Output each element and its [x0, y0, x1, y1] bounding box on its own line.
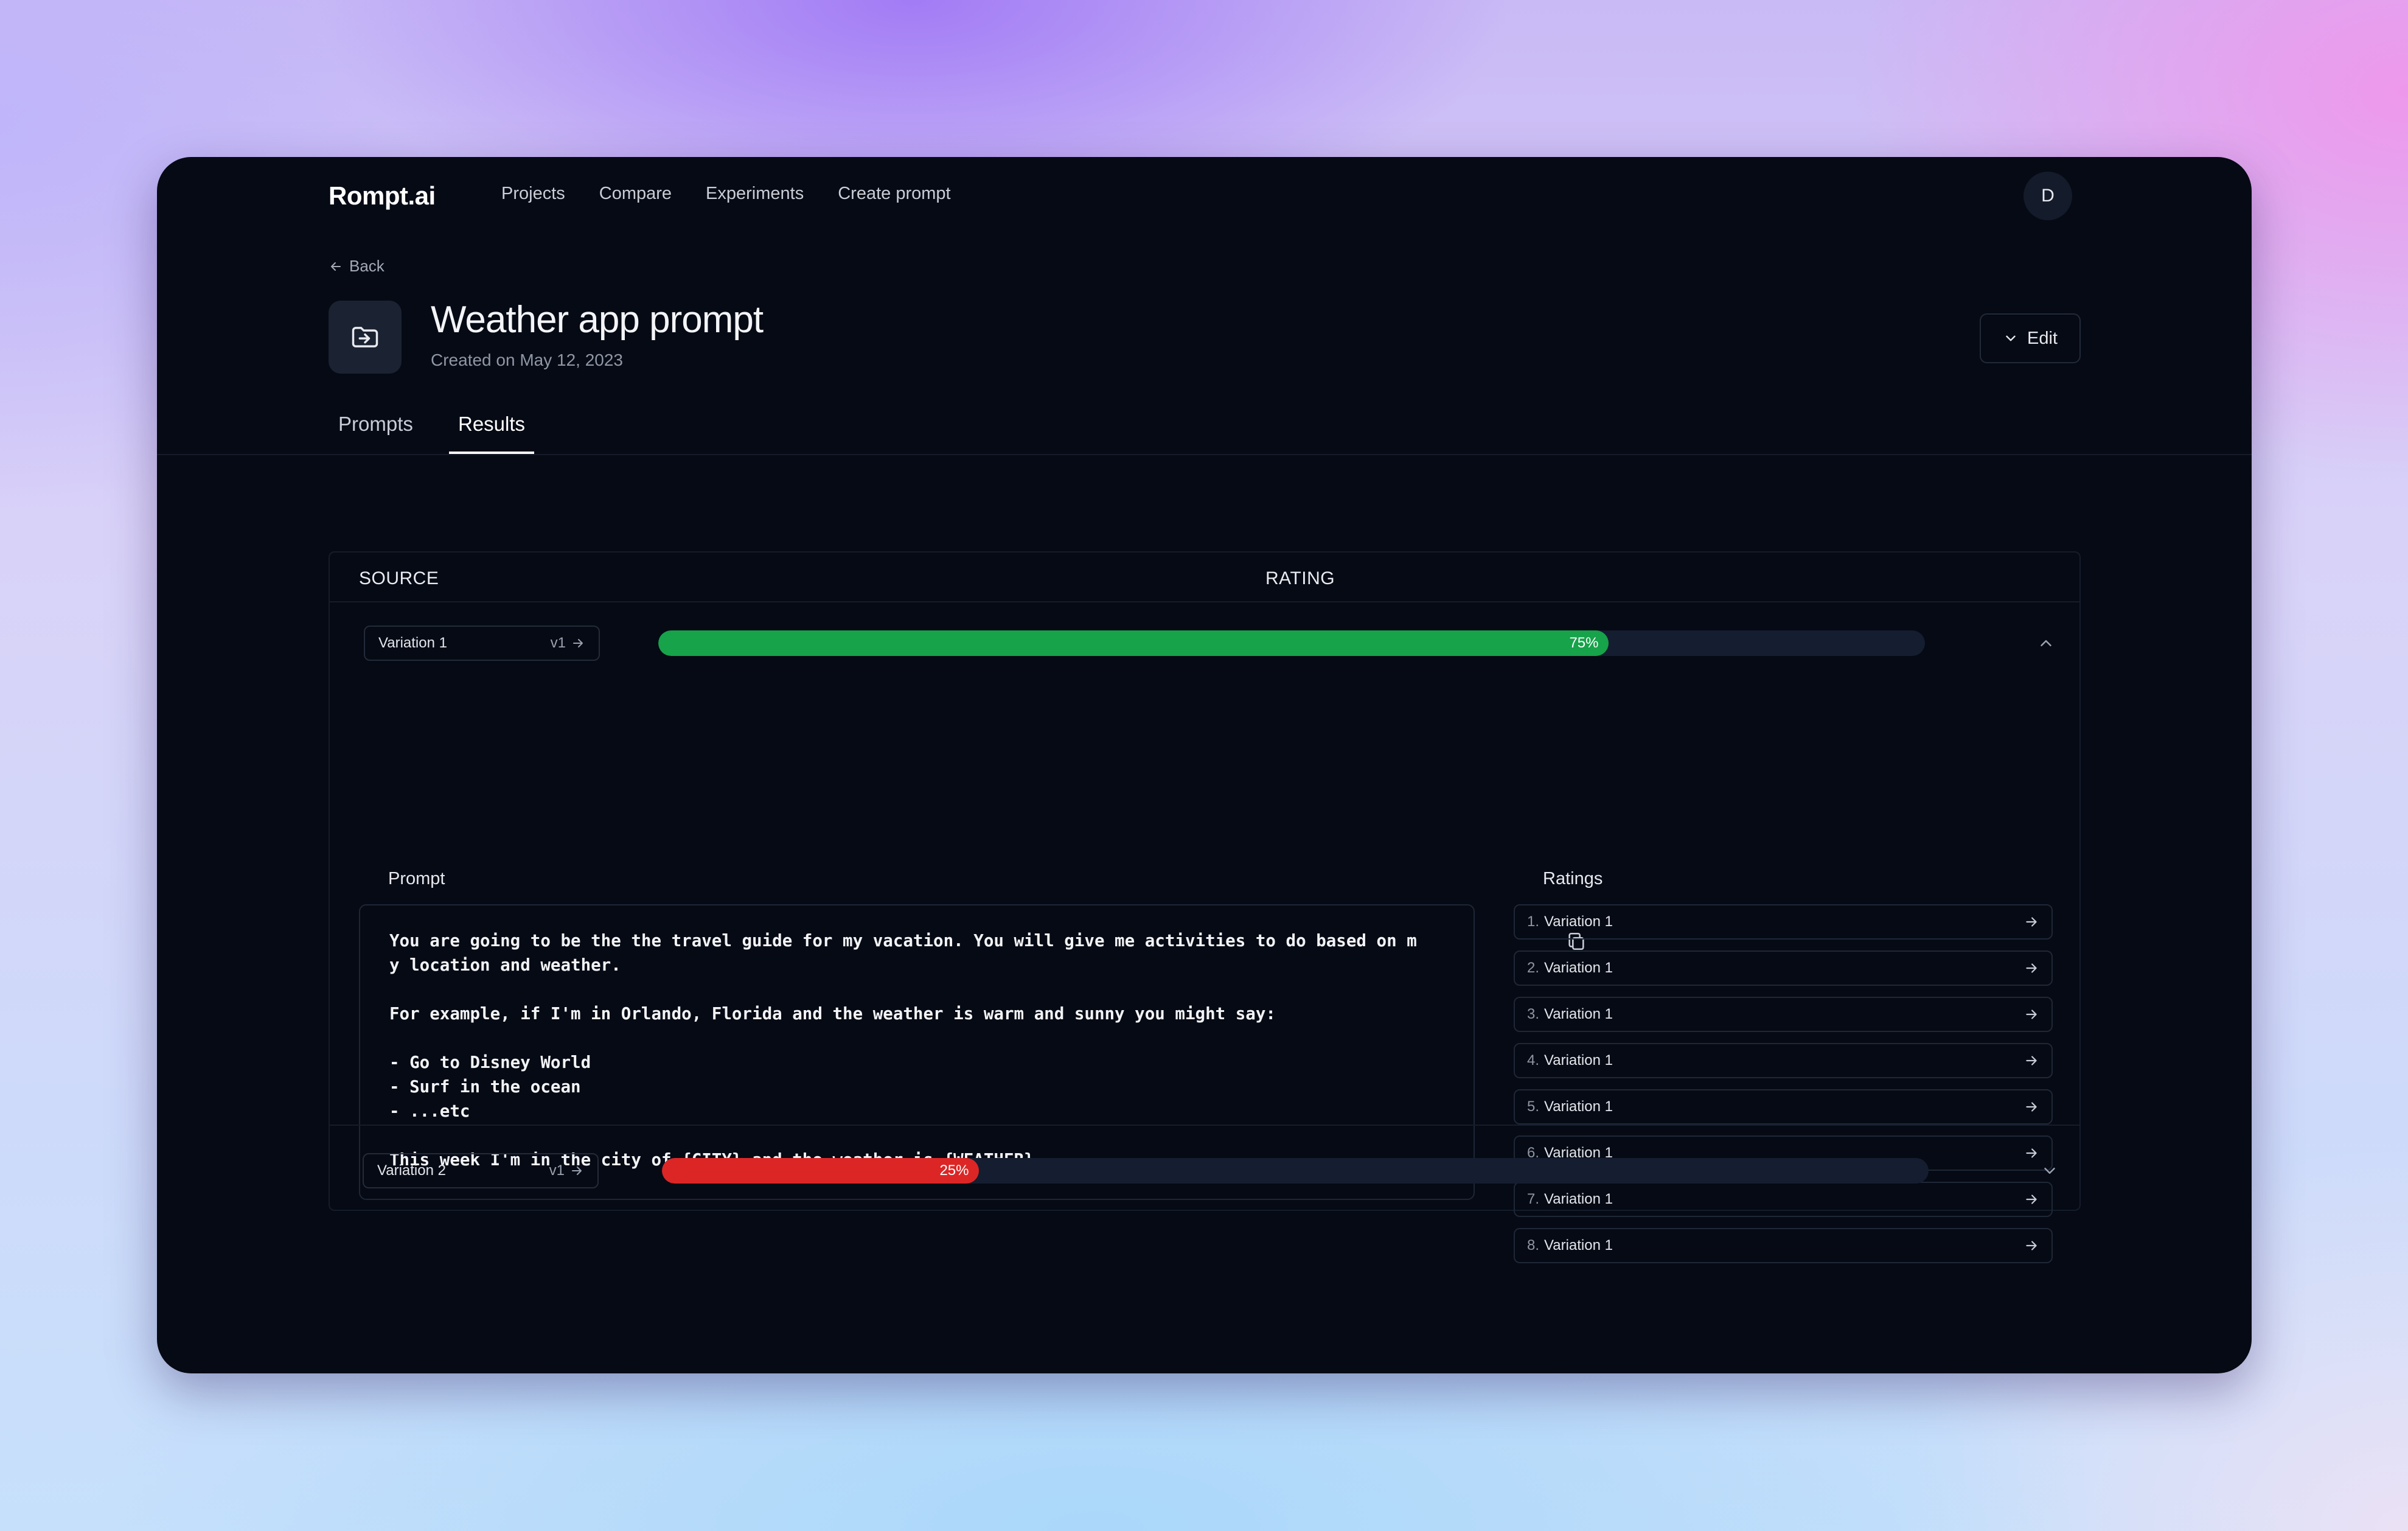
edit-label: Edit	[2027, 328, 2058, 348]
rating-bar-fill: 25%	[662, 1158, 979, 1184]
nav-create-prompt[interactable]: Create prompt	[838, 184, 950, 204]
rating-item[interactable]: 4. Variation 1	[1514, 1043, 2053, 1078]
header-divider	[330, 601, 2079, 602]
page-subtitle: Created on May 12, 2023	[431, 350, 623, 369]
rating-percent-label: 75%	[1569, 635, 1599, 651]
version-label: v1	[550, 635, 566, 651]
tab-prompts[interactable]: Prompts	[338, 413, 413, 436]
rating-bar-variation-1: 75%	[658, 630, 1925, 656]
row-divider	[329, 1125, 2081, 1126]
arrow-right-icon	[2026, 1010, 2037, 1019]
rating-number: 4.	[1527, 1052, 1540, 1069]
tabs-divider	[157, 454, 2252, 455]
back-label: Back	[349, 257, 385, 275]
prompt-section-label: Prompt	[388, 869, 445, 888]
rating-label: Variation 1	[1544, 1098, 1613, 1115]
top-nav: Rompt.ai Projects Compare Experiments Cr…	[157, 157, 2252, 242]
rating-bar-fill: 75%	[658, 630, 1609, 656]
logo[interactable]: Rompt.ai	[329, 181, 436, 211]
edit-button[interactable]: Edit	[1980, 313, 2081, 363]
rating-item[interactable]: 8. Variation 1	[1514, 1228, 2053, 1263]
rating-item[interactable]: 2. Variation 1	[1514, 950, 2053, 986]
chevron-up-icon[interactable]	[2037, 634, 2055, 652]
rating-number: 2.	[1527, 960, 1540, 976]
arrow-right-icon	[573, 639, 583, 647]
ratings-section-label: Ratings	[1543, 869, 1603, 888]
rating-percent-label: 25%	[939, 1162, 969, 1179]
rating-item[interactable]: 3. Variation 1	[1514, 997, 2053, 1032]
rating-bar-variation-2: 25%	[662, 1158, 1929, 1184]
arrow-right-icon	[2026, 1056, 2037, 1065]
back-link[interactable]: Back	[329, 257, 385, 276]
variation-name: Variation 2	[377, 1162, 446, 1179]
arrow-right-icon	[2026, 1241, 2037, 1250]
arrow-left-icon	[331, 262, 341, 271]
variation-name: Variation 1	[378, 635, 447, 651]
rating-number: 1.	[1527, 913, 1540, 930]
rating-item[interactable]: 7. Variation 1	[1514, 1182, 2053, 1217]
avatar[interactable]: D	[2023, 172, 2072, 220]
rating-label: Variation 1	[1544, 913, 1613, 930]
arrow-right-icon	[2026, 1194, 2037, 1204]
version-link[interactable]: v1	[549, 1162, 584, 1179]
tab-results[interactable]: Results	[458, 413, 525, 436]
rating-label: Variation 1	[1544, 1237, 1613, 1254]
page-title: Weather app prompt	[431, 299, 764, 341]
nav-experiments[interactable]: Experiments	[706, 184, 804, 204]
rating-item[interactable]: 5. Variation 1	[1514, 1089, 2053, 1125]
column-header-source: SOURCE	[359, 568, 439, 588]
results-table: SOURCE RATING Variation 1 v1 75% Prompt …	[329, 551, 2081, 1263]
version-label: v1	[549, 1162, 565, 1179]
rating-number: 3.	[1527, 1006, 1540, 1022]
folder-import-icon	[352, 327, 378, 347]
arrow-right-icon	[2026, 1102, 2037, 1112]
rating-label: Variation 1	[1544, 1191, 1613, 1207]
rating-label: Variation 1	[1544, 1006, 1613, 1022]
rating-number: 7.	[1527, 1191, 1540, 1207]
app-window: Rompt.ai Projects Compare Experiments Cr…	[157, 157, 2252, 1373]
nav-links: Projects Compare Experiments Create prom…	[501, 184, 985, 204]
rating-item[interactable]: 1. Variation 1	[1514, 904, 2053, 940]
rating-label: Variation 1	[1544, 960, 1613, 976]
arrow-right-icon	[2026, 963, 2037, 973]
chevron-down-icon	[2006, 335, 2016, 341]
variation-1-source-pill[interactable]: Variation 1 v1	[364, 626, 600, 661]
nav-compare[interactable]: Compare	[599, 184, 672, 204]
column-header-rating: RATING	[1265, 568, 1335, 588]
chevron-down-icon[interactable]	[2041, 1162, 2059, 1180]
project-icon-tile	[329, 301, 402, 374]
rating-number: 8.	[1527, 1237, 1540, 1254]
version-link[interactable]: v1	[551, 635, 585, 652]
arrow-right-icon	[2026, 1148, 2037, 1158]
nav-projects[interactable]: Projects	[501, 184, 565, 204]
rating-number: 5.	[1527, 1098, 1540, 1115]
arrow-right-icon	[572, 1167, 582, 1175]
rating-label: Variation 1	[1544, 1052, 1613, 1069]
variation-2-source-pill[interactable]: Variation 2 v1	[363, 1153, 599, 1188]
arrow-right-icon	[2026, 917, 2037, 927]
